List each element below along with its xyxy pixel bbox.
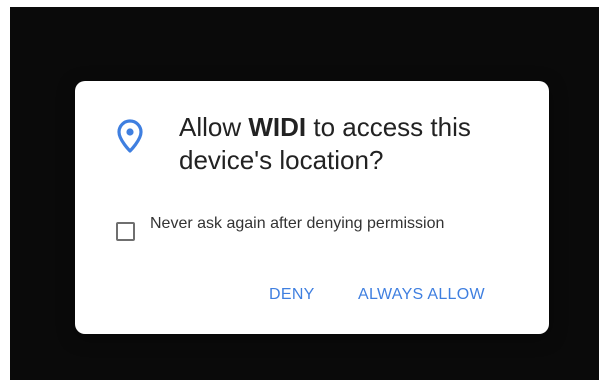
permission-dialog: Allow WIDI to access this device's locat…: [75, 81, 549, 334]
screen-background: Allow WIDI to access this device's locat…: [10, 7, 599, 380]
never-ask-label[interactable]: Never ask again after denying permission: [150, 213, 470, 234]
always-allow-button[interactable]: ALWAYS ALLOW: [358, 285, 485, 305]
app-name: WIDI: [248, 112, 307, 142]
location-pin-icon: [117, 119, 143, 153]
dialog-title: Allow WIDI to access this device's locat…: [179, 112, 471, 175]
deny-button[interactable]: DENY: [269, 285, 315, 305]
never-ask-checkbox[interactable]: [116, 222, 135, 241]
